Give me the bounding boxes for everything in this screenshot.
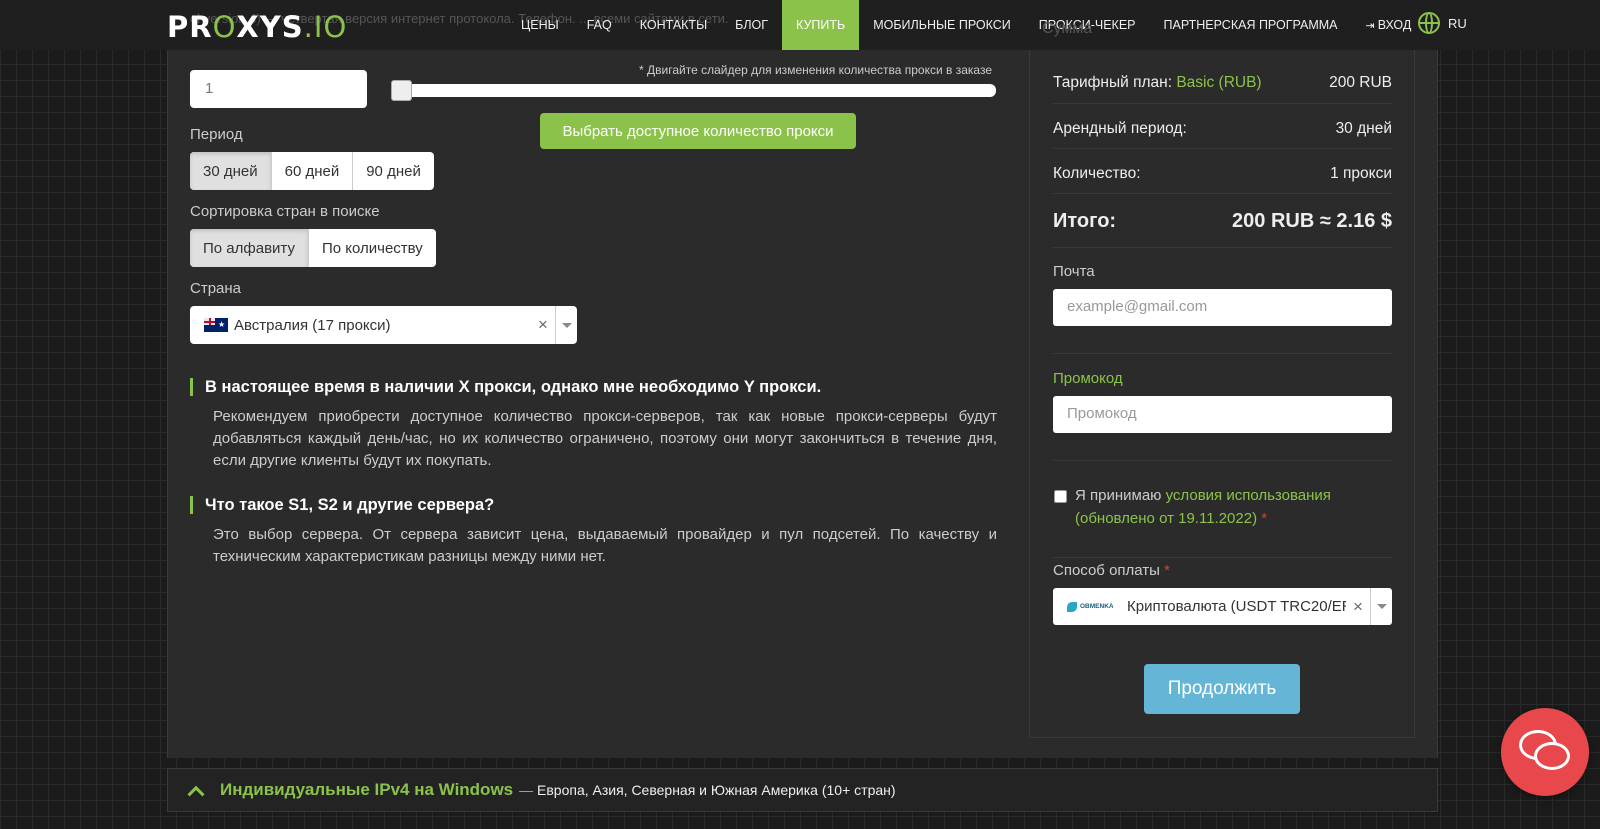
quantity-slider-track[interactable] [392, 84, 996, 97]
logo-part-3: XYS [236, 10, 304, 44]
nav-mobile-proxy[interactable]: Мобильные прокси [859, 0, 1025, 50]
obmenka-logo: OBMENKA [1067, 601, 1119, 612]
chevron-up-icon [187, 785, 205, 803]
payment-label-text: Способ оплаты [1053, 562, 1160, 579]
divider [1053, 247, 1392, 248]
chevron-down-icon [561, 322, 572, 328]
country-value: Австралия (17 прокси) [234, 316, 391, 334]
summary-period-value: 30 дней [1335, 120, 1392, 137]
nav-prices[interactable]: Цены [507, 0, 573, 50]
payment-select[interactable]: OBMENKA Криптовалюта (USDT TRC20/ERC20) … [1053, 588, 1392, 625]
total-label: Итого: [1053, 210, 1117, 232]
divider [1053, 193, 1392, 194]
summary-period-row: Арендный период: 30 дней [1053, 120, 1392, 138]
login-icon: ⇥ [1365, 19, 1375, 32]
sort-label: Сортировка стран в поиске [190, 203, 380, 220]
quantity-slider-handle[interactable] [391, 80, 412, 101]
period-label: Период [190, 126, 243, 143]
logo-part-1: PR [167, 10, 213, 44]
required-mark: * [1261, 510, 1268, 527]
summary-quantity-label: Количество: [1053, 165, 1141, 182]
logo-part-4: .IO [303, 10, 348, 44]
nav-buy[interactable]: Купить [782, 0, 860, 50]
divider [1053, 557, 1392, 558]
summary-title: Сумма [1042, 20, 1093, 37]
continue-button[interactable]: Продолжить [1144, 664, 1300, 714]
dropdown-toggle[interactable] [1370, 588, 1392, 625]
sort-count-button[interactable]: По количеству [309, 229, 436, 267]
plan-label: Тарифный план: [1053, 74, 1173, 91]
divider [1053, 460, 1392, 461]
period-selector: 30 дней 60 дней 90 дней [190, 152, 434, 190]
australia-flag-icon [204, 318, 228, 332]
faq-question-1: В настоящее время в наличии X прокси, од… [190, 378, 821, 396]
nav-login-label: Вход [1377, 18, 1412, 32]
required-mark: * [1164, 562, 1170, 579]
period-60-button[interactable]: 60 дней [272, 152, 354, 190]
country-label: Страна [190, 280, 242, 297]
payment-label: Способ оплаты * [1053, 562, 1170, 579]
period-30-button[interactable]: 30 дней [190, 152, 272, 190]
main-nav: Цены FAQ Контакты Блог Купить Мобильные … [507, 0, 1425, 50]
quantity-input[interactable]: 1 [190, 70, 367, 108]
slider-hint: * Двигайте слайдер для изменения количес… [639, 63, 992, 77]
select-available-button[interactable]: Выбрать доступное количество прокси [540, 113, 856, 149]
plan-label-group: Тарифный план: Basic (RUB) [1053, 74, 1262, 92]
sort-alphabet-button[interactable]: По алфавиту [190, 229, 309, 267]
chevron-down-icon [1376, 604, 1387, 609]
accordion-subtitle: Европа, Азия, Северная и Южная Америка (… [537, 782, 896, 798]
site-logo[interactable]: PROXYS.IO [167, 10, 347, 44]
clear-icon[interactable]: × [531, 315, 555, 335]
terms-checkbox[interactable] [1054, 490, 1067, 503]
clear-icon[interactable]: × [1346, 597, 1370, 617]
plan-price: 200 RUB [1329, 74, 1392, 91]
payment-value: Криптовалюта (USDT TRC20/ERC20) [1127, 598, 1346, 615]
order-summary [1029, 50, 1415, 738]
nav-faq[interactable]: FAQ [573, 0, 626, 50]
language-label: RU [1448, 15, 1467, 31]
nav-partner-program[interactable]: Партнерская программа [1150, 0, 1352, 50]
leaf-icon [1067, 601, 1077, 612]
globe-icon [1418, 12, 1440, 34]
summary-total-row: Итого: 200 RUB ≈ 2.16 $ [1053, 210, 1392, 233]
promo-label: Промокод [1053, 370, 1123, 387]
summary-plan-row: Тарифный план: Basic (RUB) 200 RUB [1053, 74, 1392, 92]
accordion-subtitle-group: — Европа, Азия, Северная и Южная Америка… [519, 782, 895, 798]
summary-quantity-value: 1 прокси [1330, 165, 1392, 182]
accordion-dash: — [519, 782, 534, 798]
period-90-button[interactable]: 90 дней [353, 152, 434, 190]
plan-name: Basic (RUB) [1176, 74, 1262, 91]
dropdown-toggle[interactable] [555, 306, 577, 344]
accordion-title: Индивидуальные IPv4 на Windows [220, 780, 514, 799]
chat-button[interactable] [1501, 708, 1589, 796]
country-select[interactable]: Австралия (17 прокси) × [190, 306, 577, 344]
summary-period-label: Арендный период: [1053, 120, 1187, 137]
obmenka-logo-text: OBMENKA [1080, 603, 1114, 610]
promo-field[interactable]: Промокод [1053, 396, 1392, 433]
divider [1053, 148, 1392, 149]
divider [1053, 103, 1392, 104]
email-label: Почта [1053, 263, 1095, 280]
divider [1053, 353, 1392, 354]
nav-login[interactable]: ⇥ Вход [1351, 0, 1425, 50]
faq-answer-2: Это выбор сервера. От сервера зависит це… [213, 526, 997, 565]
email-field[interactable]: example@gmail.com [1053, 289, 1392, 326]
logo-part-2: O [212, 10, 237, 44]
sort-selector: По алфавиту По количеству [190, 229, 436, 267]
nav-blog[interactable]: Блог [721, 0, 782, 50]
faq-question-2: Что такое S1, S2 и другие сервера? [190, 496, 494, 514]
language-switcher[interactable]: RU [1418, 12, 1467, 34]
total-value: 200 RUB ≈ 2.16 $ [1232, 210, 1392, 232]
chat-bubble-icon [1534, 742, 1570, 770]
summary-quantity-row: Количество: 1 прокси [1053, 165, 1392, 183]
terms-prefix: Я принимаю [1075, 487, 1162, 504]
top-header: ol version 4) — четвертая версия интерне… [0, 0, 1600, 50]
terms-text: Я принимаю условия использования (обновл… [1075, 484, 1375, 530]
accordion-ipv4-windows[interactable]: Индивидуальные IPv4 на Windows — Европа,… [167, 768, 1438, 812]
nav-contacts[interactable]: Контакты [626, 0, 721, 50]
faq-answer-1: Рекомендуем приобрести доступное количес… [213, 408, 997, 469]
